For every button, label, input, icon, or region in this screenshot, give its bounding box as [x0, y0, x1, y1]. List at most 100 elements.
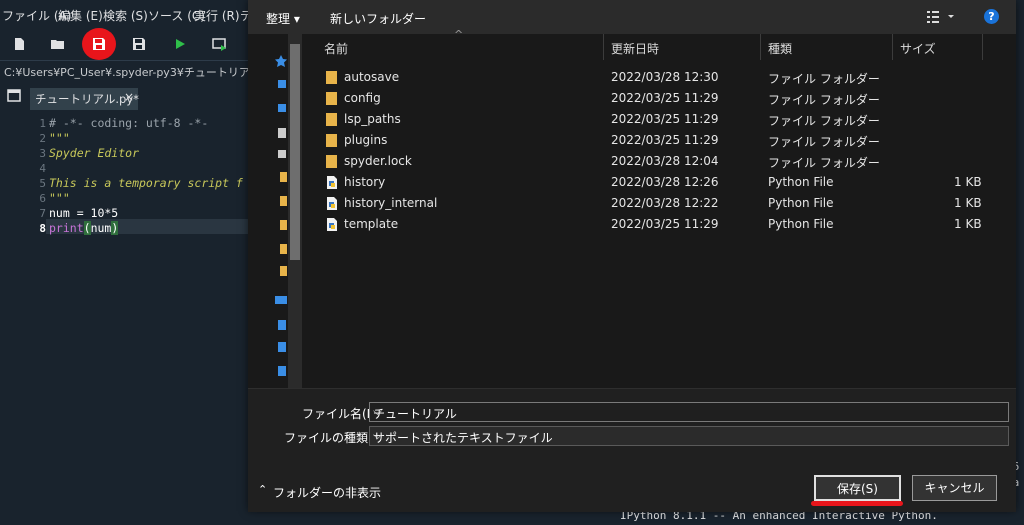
file-row[interactable]: history 2022/03/28 12:26 Python File 1 KB [302, 172, 1016, 193]
column-separator[interactable] [760, 34, 761, 60]
sort-ascending-icon: ^ [454, 28, 464, 41]
nav-item-icon[interactable] [278, 104, 286, 112]
nav-item-icon[interactable] [278, 150, 286, 158]
nav-folder-icon[interactable] [280, 244, 287, 254]
file-list: 名前 ^ 更新日時 種類 サイズ autosave 2022/03/28 12:3… [302, 28, 1016, 388]
column-separator[interactable] [982, 34, 983, 60]
file-date: 2022/03/28 12:04 [611, 154, 719, 168]
file-type: ファイル フォルダー [768, 135, 880, 149]
column-separator[interactable] [892, 34, 893, 60]
file-type: ファイル フォルダー [768, 72, 880, 86]
column-separator[interactable] [603, 34, 604, 60]
nav-folder-icon[interactable] [280, 220, 287, 230]
file-date: 2022/03/25 11:29 [611, 133, 719, 147]
file-row[interactable]: lsp_paths 2022/03/25 11:29 ファイル フォルダー [302, 109, 1016, 130]
file-row[interactable]: history_internal 2022/03/28 12:22 Python F… [302, 193, 1016, 214]
nav-scrollbar-thumb[interactable] [290, 44, 300, 260]
nav-folder-icon[interactable] [280, 266, 287, 276]
code-line: # -*- coding: utf-8 -*- [49, 116, 209, 130]
code-paren: ) [111, 221, 119, 235]
file-type: ファイル フォルダー [768, 93, 880, 107]
help-icon[interactable]: ? [984, 9, 999, 24]
file-date: 2022/03/25 11:29 [611, 217, 719, 231]
chevron-down-icon[interactable]: ⌵ [373, 404, 1004, 419]
spyder-menubar: ファイル (A) 編集 (E) 検索 (S) ソース (C) 実行 (R) テ [0, 0, 252, 28]
folder-icon [326, 92, 337, 105]
code-line: """ [49, 191, 70, 205]
file-row[interactable]: plugins 2022/03/25 11:29 ファイル フォルダー [302, 130, 1016, 151]
tab-close-icon[interactable]: × [124, 90, 134, 104]
file-name: template [344, 217, 399, 231]
run-cell-icon[interactable] [212, 36, 228, 52]
chevron-down-icon[interactable]: ⌵ [373, 428, 1004, 443]
folder-icon [326, 113, 337, 126]
line-number: 5 [39, 177, 46, 190]
save-icon[interactable] [91, 36, 107, 52]
run-icon[interactable] [172, 36, 188, 52]
file-date: 2022/03/28 12:30 [611, 70, 719, 84]
cancel-button[interactable]: キャンセル [912, 475, 997, 501]
column-name-header[interactable]: 名前 [324, 40, 348, 57]
menu-search[interactable]: 検索 (S) [103, 7, 148, 24]
nav-item-icon[interactable] [278, 366, 286, 376]
hide-folders-label: フォルダーの非表示 [273, 486, 382, 500]
menu-run[interactable]: 実行 (R) [194, 7, 240, 24]
save-all-icon[interactable] [131, 36, 147, 52]
file-size: 1 KB [954, 196, 982, 210]
python-file-icon [327, 176, 337, 189]
view-options-icon[interactable] [926, 10, 956, 24]
file-name: history_internal [344, 196, 438, 210]
column-size-header[interactable]: サイズ [900, 40, 936, 57]
tab-tutorial[interactable]: チュートリアル.py* × [30, 88, 139, 110]
code-ident: num [90, 221, 112, 235]
column-type-header[interactable]: 種類 [768, 40, 792, 57]
file-row[interactable]: autosave 2022/03/28 12:30 ファイル フォルダー [302, 67, 1016, 88]
line-number: 3 [39, 147, 46, 160]
filetype-select[interactable]: サポートされたテキストファイル ⌵ [369, 426, 1009, 446]
folder-icon [326, 134, 337, 147]
menu-edit[interactable]: 編集 (E) [58, 7, 103, 24]
nav-folder-icon[interactable] [280, 196, 287, 206]
file-row[interactable]: spyder.lock 2022/03/28 12:04 ファイル フォルダー [302, 151, 1016, 172]
nav-item-icon[interactable] [278, 342, 286, 352]
editor-tab-bar: チュートリアル.py* × [0, 84, 250, 110]
chevron-up-icon: ⌃ [258, 483, 268, 496]
file-path-bar: C:¥Users¥PC_User¥.spyder-py3¥チュートリアル.py [0, 60, 278, 83]
star-icon [275, 55, 287, 67]
column-date-header[interactable]: 更新日時 [611, 40, 659, 57]
file-date: 2022/03/25 11:29 [611, 112, 719, 126]
line-number-gutter: 1 2 3 4 5 6 7 8 [0, 112, 46, 525]
file-type: Python File [768, 175, 834, 189]
annotation-underline [811, 501, 903, 506]
open-folder-icon[interactable] [50, 36, 66, 52]
nav-item-icon[interactable] [278, 320, 286, 330]
file-size: 1 KB [954, 175, 982, 189]
nav-scrollbar[interactable] [288, 34, 302, 388]
file-name: spyder.lock [344, 154, 412, 168]
file-name: history [344, 175, 386, 189]
nav-folder-icon[interactable] [280, 172, 287, 182]
nav-item-icon[interactable] [278, 128, 286, 138]
line-number: 2 [39, 132, 46, 145]
organize-button[interactable]: 整理 ▾ [266, 10, 300, 27]
nav-item-icon[interactable] [278, 80, 286, 88]
browse-tabs-icon[interactable] [7, 89, 21, 102]
new-file-icon[interactable] [11, 36, 27, 52]
this-pc-icon[interactable] [275, 296, 287, 304]
file-type: ファイル フォルダー [768, 156, 880, 170]
hide-folders-toggle[interactable]: ⌃ フォルダーの非表示 [258, 483, 382, 500]
new-folder-button[interactable]: 新しいフォルダー [330, 10, 426, 27]
file-row[interactable]: config 2022/03/25 11:29 ファイル フォルダー [302, 88, 1016, 109]
file-date: 2022/03/28 12:26 [611, 175, 719, 189]
code-line: print(num) [49, 221, 119, 235]
line-number: 4 [39, 162, 46, 175]
file-path: C:¥Users¥PC_User¥.spyder-py3¥チュートリアル.py [4, 66, 278, 79]
save-button[interactable]: 保存(S) [814, 475, 901, 501]
filename-field[interactable]: チュートリアル ⌵ [369, 402, 1009, 422]
dialog-bottom-panel: ファイル名(N): チュートリアル ⌵ ファイルの種類(T): サポートされたテ… [248, 388, 1016, 512]
code-line: Spyder Editor [49, 146, 140, 160]
python-file-icon [327, 197, 337, 210]
file-date: 2022/03/28 12:22 [611, 196, 719, 210]
folder-icon [326, 155, 337, 168]
file-row[interactable]: template 2022/03/25 11:29 Python File 1 KB [302, 214, 1016, 235]
